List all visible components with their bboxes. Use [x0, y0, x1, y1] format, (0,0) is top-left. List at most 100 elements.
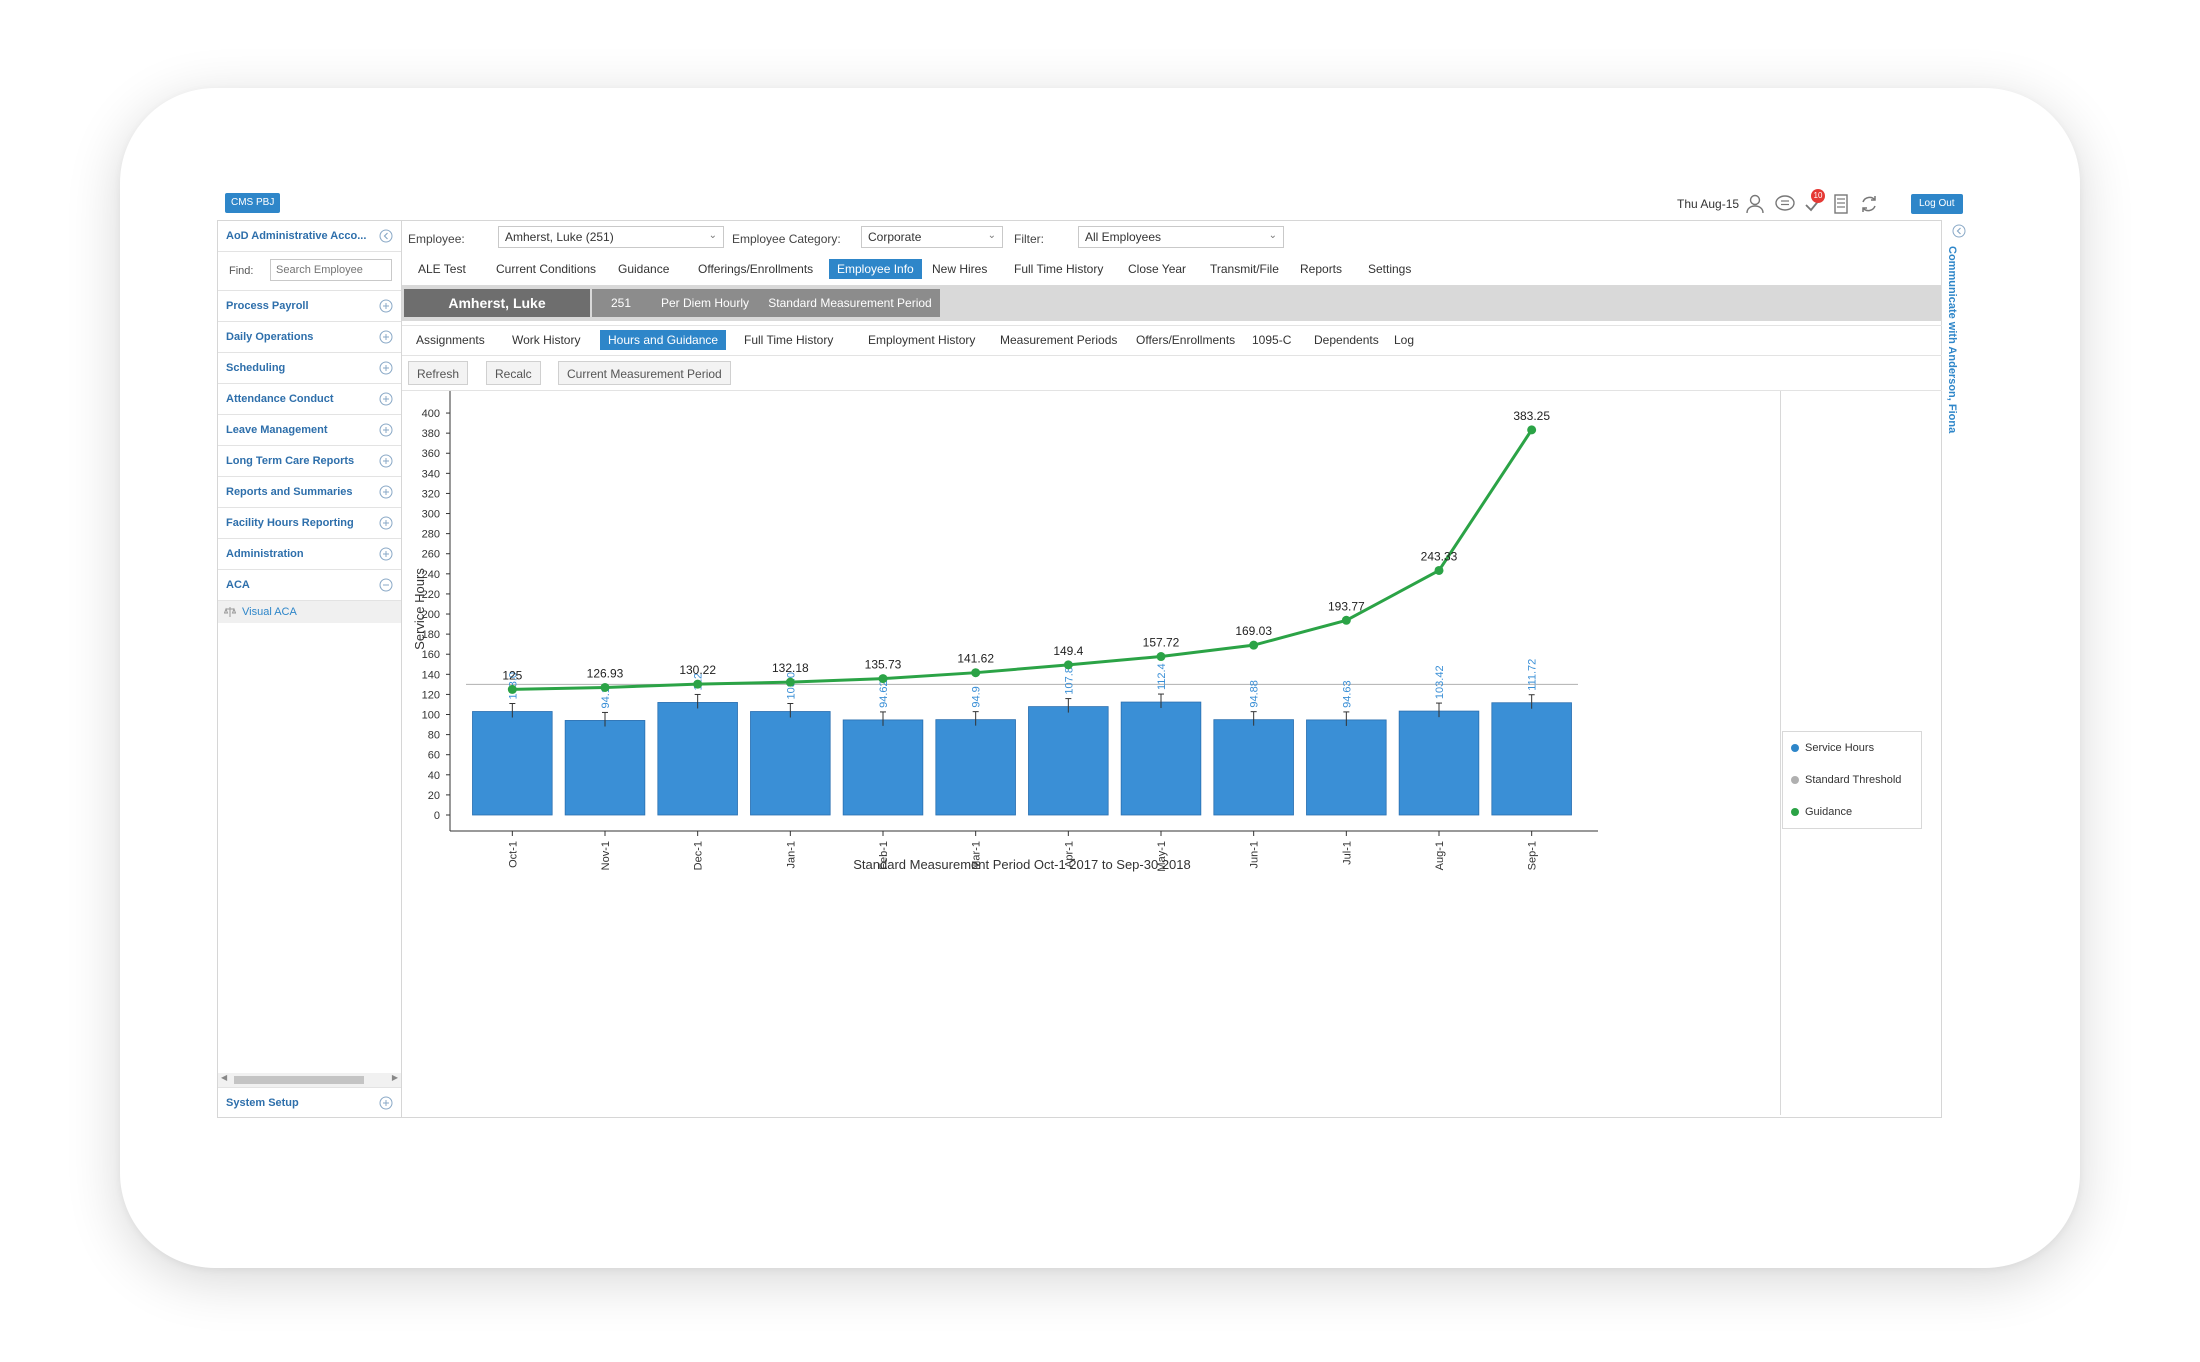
expand-plus-icon[interactable] — [379, 547, 393, 561]
legend-label: Service Hours — [1805, 742, 1875, 754]
expand-plus-icon[interactable] — [379, 454, 393, 468]
y-tick-label: 140 — [422, 669, 440, 681]
search-employee-input[interactable] — [270, 259, 392, 281]
expand-plus-icon[interactable] — [379, 516, 393, 530]
tab-hours-and-guidance[interactable]: Hours and Guidance — [600, 330, 727, 350]
nav-item-facility-hours-reporting[interactable]: Facility Hours Reporting — [218, 508, 401, 539]
legend-item-guidance[interactable]: Guidance — [1791, 806, 1852, 818]
tab-offers-enrollments[interactable]: Offers/Enrollments — [1128, 330, 1243, 350]
guidance-point — [1341, 615, 1351, 625]
current-measurement-period-button[interactable]: Current Measurement Period — [558, 361, 731, 385]
guidance-point — [971, 668, 981, 678]
expand-plus-icon[interactable] — [379, 423, 393, 437]
employee-type: Per Diem Hourly — [650, 289, 760, 317]
account-name[interactable]: AoD Administrative Acco... — [226, 230, 366, 242]
expand-plus-icon[interactable] — [379, 361, 393, 375]
y-tick-label: 360 — [422, 448, 440, 460]
nav-item-leave-management[interactable]: Leave Management — [218, 415, 401, 446]
cms-pbj-button[interactable]: CMS PBJ — [225, 193, 281, 213]
tab-reports[interactable]: Reports — [1292, 259, 1350, 279]
legend-dot — [1791, 776, 1799, 785]
filter-label: Filter: — [1014, 232, 1044, 246]
guidance-value-label: 193.77 — [1328, 599, 1365, 613]
nav-item-label: Scheduling — [226, 362, 286, 374]
tab-settings[interactable]: Settings — [1360, 259, 1419, 279]
tab-log[interactable]: Log — [1386, 330, 1422, 350]
sidebar-horizontal-scrollbar[interactable]: ◀ ▶ — [218, 1073, 401, 1087]
employee-select[interactable]: Amherst, Luke (251) ⌄ — [498, 226, 724, 248]
filter-select[interactable]: All Employees ⌄ — [1078, 226, 1284, 248]
y-tick-label: 300 — [422, 509, 440, 521]
y-tick-label: 120 — [422, 689, 440, 701]
tab-full-time-history-sub[interactable]: Full Time History — [736, 330, 841, 350]
tab-dependents[interactable]: Dependents — [1306, 330, 1387, 350]
tab-new-hires[interactable]: New Hires — [924, 259, 995, 279]
expand-plus-icon[interactable] — [379, 330, 393, 344]
nav-item-long-term-care-reports[interactable]: Long Term Care Reports — [218, 446, 401, 477]
tab-full-time-history[interactable]: Full Time History — [1006, 259, 1111, 279]
collapse-left-icon[interactable] — [379, 229, 393, 243]
scrollbar-thumb[interactable] — [234, 1076, 364, 1084]
tab-employee-info[interactable]: Employee Info — [829, 259, 922, 279]
guidance-point — [785, 677, 795, 687]
tab-employment-history[interactable]: Employment History — [860, 330, 983, 350]
nav-item-daily-operations[interactable]: Daily Operations — [218, 322, 401, 353]
legend-label: Standard Threshold — [1805, 774, 1902, 786]
tab-current-conditions[interactable]: Current Conditions — [488, 259, 604, 279]
nav-item-administration[interactable]: Administration — [218, 539, 401, 570]
sidebar-item-visual-aca[interactable]: Visual ACA — [218, 601, 401, 623]
tab-close-year[interactable]: Close Year — [1120, 259, 1194, 279]
y-tick-label: 260 — [422, 549, 440, 561]
legend-item-standard-threshold[interactable]: Standard Threshold — [1791, 774, 1901, 786]
tab-offerings-enrollments[interactable]: Offerings/Enrollments — [690, 259, 821, 279]
chat-icon[interactable] — [1773, 192, 1797, 216]
refresh-button[interactable]: Refresh — [408, 361, 469, 385]
find-label: Find: — [229, 265, 254, 277]
nav-item-label: ACA — [226, 579, 250, 591]
nav-item-label: System Setup — [226, 1097, 299, 1109]
category-select[interactable]: Corporate ⌄ — [861, 226, 1003, 248]
guidance-line — [512, 429, 1533, 691]
expand-plus-icon[interactable] — [379, 1096, 393, 1110]
scroll-right-arrow-icon[interactable]: ▶ — [392, 1073, 398, 1082]
tab-ale-test[interactable]: ALE Test — [410, 259, 474, 279]
scroll-left-arrow-icon[interactable]: ◀ — [221, 1073, 227, 1082]
nav-item-process-payroll[interactable]: Process Payroll — [218, 291, 401, 322]
recalc-button[interactable]: Recalc — [486, 361, 541, 385]
nav-item-scheduling[interactable]: Scheduling — [218, 353, 401, 384]
guidance-point — [600, 682, 610, 692]
nav-item-aca[interactable]: ACA — [218, 570, 401, 601]
expand-plus-icon[interactable] — [379, 299, 393, 313]
service-hours-bar — [1306, 719, 1387, 816]
calculator-icon[interactable] — [1829, 192, 1853, 216]
tab-transmit-file[interactable]: Transmit/File — [1202, 259, 1287, 279]
communicate-panel[interactable]: Communicate with Anderson, Fiona — [1942, 220, 1977, 1118]
communicate-with-label[interactable]: Communicate with Anderson, Fiona — [1946, 246, 1958, 433]
tab-measurement-periods[interactable]: Measurement Periods — [992, 330, 1125, 350]
guidance-point — [1156, 652, 1166, 662]
expand-plus-icon[interactable] — [379, 485, 393, 499]
expand-plus-icon[interactable] — [379, 392, 393, 406]
tab-guidance[interactable]: Guidance — [610, 259, 677, 279]
service-hours-bar — [1491, 702, 1572, 816]
tab-assignments[interactable]: Assignments — [408, 330, 493, 350]
y-tick-label: 60 — [428, 750, 440, 762]
nav-item-attendance-conduct[interactable]: Attendance Conduct — [218, 384, 401, 415]
x-tick-label: Jan-1 — [785, 841, 797, 869]
nav-item-system-setup[interactable]: System Setup — [218, 1087, 401, 1118]
expand-left-icon[interactable] — [1952, 224, 1966, 238]
sub-item-label: Visual ACA — [242, 606, 297, 618]
sidebar: AoD Administrative Acco... Find: Process… — [217, 220, 402, 1118]
guidance-value-label: 126.93 — [587, 666, 624, 680]
y-tick-label: 20 — [428, 790, 440, 802]
collapse-minus-icon[interactable] — [379, 578, 393, 592]
nav-item-reports-and-summaries[interactable]: Reports and Summaries — [218, 477, 401, 508]
tab-1095c[interactable]: 1095-C — [1244, 330, 1299, 350]
legend-item-service-hours[interactable]: Service Hours — [1791, 742, 1874, 754]
filter-select-value: All Employees — [1085, 230, 1162, 244]
tab-work-history[interactable]: Work History — [504, 330, 588, 350]
user-icon[interactable] — [1743, 192, 1767, 216]
guidance-value-label: 169.03 — [1235, 624, 1272, 638]
logout-button[interactable]: Log Out — [1911, 194, 1963, 214]
refresh-cycle-icon[interactable] — [1857, 192, 1881, 216]
